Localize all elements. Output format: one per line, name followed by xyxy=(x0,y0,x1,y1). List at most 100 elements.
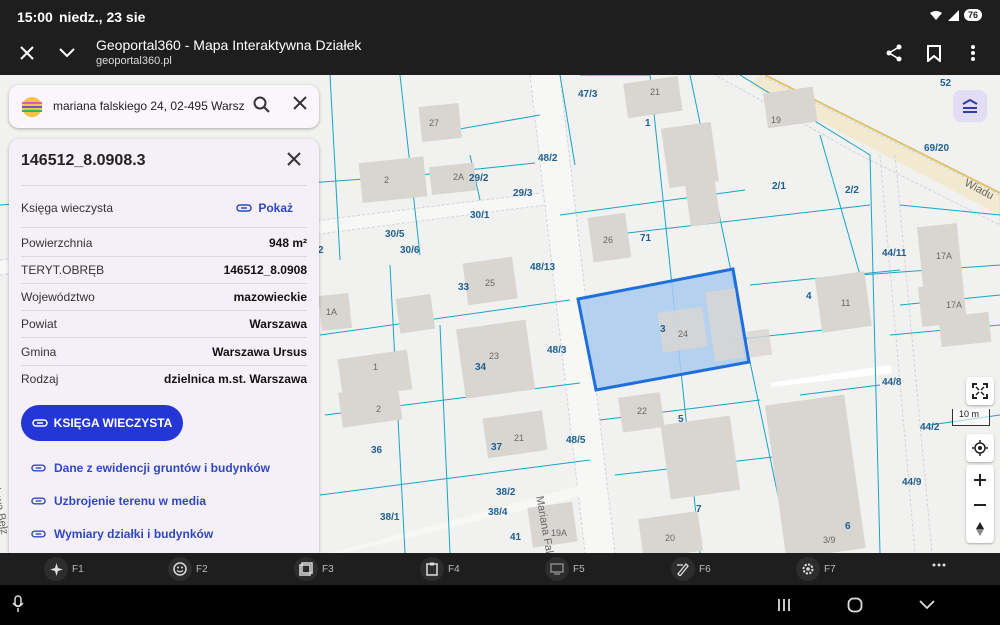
fullscreen-button[interactable] xyxy=(966,377,994,405)
f3-key[interactable]: F3 xyxy=(294,557,334,581)
f1-key[interactable]: F1 xyxy=(44,557,84,581)
divider xyxy=(21,227,307,228)
close-icon[interactable] xyxy=(14,40,40,66)
divider xyxy=(21,185,307,186)
f5-key[interactable]: F5 xyxy=(545,557,585,581)
bookmark-icon[interactable] xyxy=(921,40,947,66)
f4-key[interactable]: F4 xyxy=(420,557,460,581)
link-uzbrojenie[interactable]: Uzbrojenie terenu w media xyxy=(31,494,206,508)
info-key: Gmina xyxy=(21,345,57,359)
f6-label: F6 xyxy=(699,563,711,575)
parcel-label: 7 xyxy=(696,504,702,515)
parcel-label: 44/11 xyxy=(882,248,907,259)
building-label: 24 xyxy=(678,329,689,339)
close-panel-icon[interactable] xyxy=(287,152,301,166)
parcel-label: 38/1 xyxy=(380,512,400,523)
home-icon[interactable] xyxy=(847,597,863,613)
back-chevron-icon[interactable] xyxy=(919,600,935,610)
parcel-label: 48/2 xyxy=(538,153,558,164)
zoom-in-button[interactable] xyxy=(966,467,994,493)
building-label: 19A xyxy=(551,528,568,538)
link-ewidencja[interactable]: Dane z ewidencji gruntów i budynków xyxy=(31,461,270,475)
parcel-label: 48/3 xyxy=(547,345,567,356)
search-icon[interactable] xyxy=(253,96,271,114)
parcel-label: 3 xyxy=(660,324,666,335)
divider xyxy=(21,365,307,366)
link-wymiary[interactable]: Wymiary działki i budynków xyxy=(31,527,213,541)
parcel-info-panel: 146512_8.0908.3 Księga wieczysta Pokaż P… xyxy=(9,139,319,553)
info-key: Rodzaj xyxy=(21,372,59,386)
link-icon xyxy=(31,464,46,472)
building-label: 21 xyxy=(514,433,525,443)
link-icon xyxy=(31,419,48,427)
f6-key[interactable]: F6 xyxy=(671,557,711,581)
building-label: 27 xyxy=(429,118,440,128)
f4-label: F4 xyxy=(448,563,460,575)
building-label: 11 xyxy=(841,298,851,308)
building-label: 2 xyxy=(376,404,382,414)
share-icon[interactable] xyxy=(881,40,907,66)
f3-label: F3 xyxy=(322,563,334,575)
info-key: Powiat xyxy=(21,317,58,331)
more-horizontal-icon[interactable] xyxy=(932,563,946,567)
parcel-label: 44/8 xyxy=(882,377,902,388)
f7-key[interactable]: F7 xyxy=(796,557,836,581)
parcel-label: 69/20 xyxy=(924,143,950,154)
chevron-down-icon[interactable] xyxy=(54,40,80,66)
crosshair-icon xyxy=(972,440,988,456)
layers-button[interactable] xyxy=(953,90,987,122)
f7-label: F7 xyxy=(824,563,836,575)
recent-apps-icon[interactable] xyxy=(777,598,791,612)
f2-key[interactable]: F2 xyxy=(168,557,208,581)
parcel-label: 52 xyxy=(940,78,952,89)
info-value: 146512_8.0908 xyxy=(223,263,307,277)
status-time: 15:00 xyxy=(17,9,53,25)
info-key: Powierzchnia xyxy=(21,236,93,250)
ksiega-wieczysta-button[interactable]: KSIĘGA WIECZYSTA xyxy=(21,405,183,441)
divider xyxy=(21,256,307,257)
building-label: 25 xyxy=(485,278,496,288)
link-ewidencja-label: Dane z ewidencji gruntów i budynków xyxy=(54,461,271,475)
building-label: 20 xyxy=(665,533,676,543)
microphone-icon[interactable] xyxy=(12,595,24,613)
zoom-out-button[interactable] xyxy=(966,492,994,518)
parcel-id-title: 146512_8.0908.3 xyxy=(21,152,146,169)
reset-north-button[interactable] xyxy=(966,516,994,542)
show-ksiega-link[interactable]: Pokaż xyxy=(236,201,293,215)
parcel-label: 30/6 xyxy=(400,245,420,256)
parcel-label: 4 xyxy=(806,291,812,302)
building-label: 17A xyxy=(946,300,963,310)
clear-search-icon[interactable] xyxy=(293,96,307,110)
parcel-label: 30/5 xyxy=(385,229,405,240)
building-label: 23 xyxy=(489,351,500,361)
parcel-label: 1 xyxy=(645,118,651,129)
page-title: Geoportal360 - Mapa Interaktywna Działek xyxy=(96,37,362,53)
show-ksiega-label: Pokaż xyxy=(258,201,293,215)
f2-label: F2 xyxy=(196,563,208,575)
info-value: 948 m² xyxy=(268,236,307,250)
search-input[interactable] xyxy=(53,96,245,116)
parcel-label: 6 xyxy=(845,521,851,532)
parcel-label: 36 xyxy=(371,445,383,456)
more-vertical-icon[interactable] xyxy=(960,40,986,66)
status-date: niedz., 23 sie xyxy=(59,9,146,25)
f1-label: F1 xyxy=(72,563,84,575)
info-key: TERYT.OBRĘB xyxy=(21,263,105,277)
plus-icon xyxy=(974,474,986,486)
parcel-label: 34 xyxy=(475,362,487,373)
building-label: 26 xyxy=(603,235,614,245)
info-value: Warszawa xyxy=(249,317,307,331)
signal-icon xyxy=(947,9,959,21)
info-value: mazowieckie xyxy=(233,290,307,304)
parcel-label: 5 xyxy=(678,414,684,425)
building-label: 21 xyxy=(650,87,661,97)
function-key-toolbar: F1 F2 F3 F4 F5 F6 F7 xyxy=(0,553,1000,585)
parcel-label: 41 xyxy=(510,532,522,543)
parcel-label: 29/2 xyxy=(469,173,489,184)
ksiega-wieczysta-button-label: KSIĘGA WIECZYSTA xyxy=(53,416,173,430)
handwriting-icon xyxy=(671,557,695,581)
locate-me-button[interactable] xyxy=(966,434,994,462)
parcel-label: 2/2 xyxy=(845,185,859,196)
parcel-label: 38/4 xyxy=(488,507,508,518)
building-label: 22 xyxy=(637,406,648,416)
